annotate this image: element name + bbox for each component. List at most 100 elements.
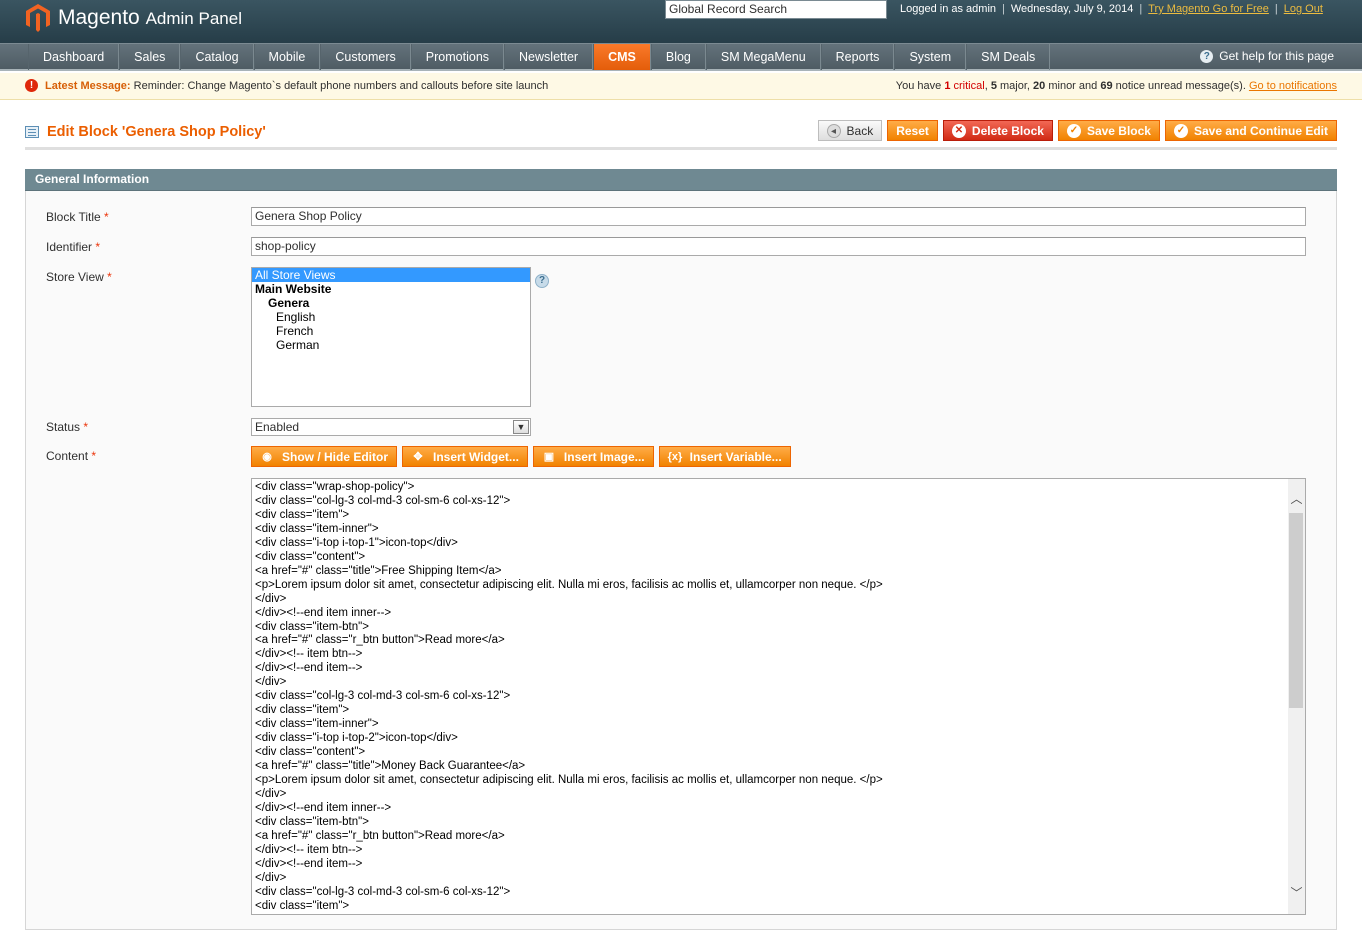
content-line: <div class="item-btn">	[255, 620, 369, 633]
content-line: </div><!--end item-->	[255, 857, 363, 870]
nav-item-reports[interactable]: Reports	[820, 44, 895, 70]
header-date: Wednesday, July 9, 2014	[1010, 3, 1134, 15]
store-option-genera: Genera	[268, 296, 310, 310]
content-line: <div class="content">	[255, 550, 366, 563]
identifier-input[interactable]: shop-policy	[251, 237, 1306, 256]
content-line: <div class="i-top i-top-1">icon-top</div…	[255, 536, 458, 549]
nav-item-system[interactable]: System	[894, 44, 967, 70]
logout-link[interactable]: Log Out	[1284, 3, 1323, 15]
store-option-english[interactable]: English	[252, 310, 530, 324]
delete-icon: ✕	[951, 123, 966, 138]
content-line: <div class="item-inner">	[255, 718, 379, 731]
nav-item-cms[interactable]: CMS	[593, 44, 651, 70]
widget-icon: ✥	[413, 450, 423, 463]
content-line: <div class="item">	[255, 508, 350, 521]
content-line: </div>	[255, 871, 287, 884]
try-magento-go-link[interactable]: Try Magento Go for Free	[1148, 3, 1269, 15]
nav-item-blog[interactable]: Blog	[650, 44, 706, 70]
content-line: <a href="#" class="r_btn button">Read mo…	[255, 634, 505, 647]
global-search-input[interactable]: Global Record Search	[665, 0, 887, 19]
content-line: </div><!--end item inner-->	[255, 606, 392, 619]
content-line: <div class="item-inner">	[255, 522, 379, 535]
identifier-label: Identifier *	[46, 240, 101, 254]
insert-variable-button[interactable]: {x} Insert Variable...	[658, 446, 791, 467]
content-line: <p>Lorem ipsum dolor sit amet, consectet…	[255, 578, 883, 591]
content-line: <a href="#" class="title">Free Shipping …	[255, 564, 502, 577]
scroll-down-icon[interactable]: ﹀	[1288, 885, 1305, 902]
content-line: <div class="item-btn">	[255, 815, 369, 828]
editor-toolbar: ◉ Show / Hide Editor ✥ Insert Widget... ▣ I…	[251, 446, 791, 467]
store-option-german[interactable]: German	[252, 338, 530, 352]
eye-icon: ◉	[262, 450, 272, 463]
content-line: <a href="#" class="r_btn button">Read mo…	[255, 829, 505, 842]
nav-item-promotions[interactable]: Promotions	[410, 44, 505, 70]
content-line: </div><!--end item-->	[255, 662, 363, 675]
main-nav: Dashboard Sales Catalog Mobile Customers Prom…	[0, 43, 1362, 71]
page-title: Edit Block 'Genera Shop Policy'	[47, 124, 266, 140]
content-line: <div class="item">	[255, 899, 350, 912]
nav-item-catalog[interactable]: Catalog	[180, 44, 254, 70]
content-line: </div><!-- item btn-->	[255, 648, 363, 661]
logo-text: Magento Admin Panel	[58, 6, 242, 29]
section-header: General Information	[25, 169, 1337, 191]
chevron-down-icon: ▼	[513, 420, 529, 434]
content-line: </div><!-- item btn-->	[255, 843, 363, 856]
content-scrollbar[interactable]: ︿ ﹀	[1288, 479, 1305, 914]
content-line: </div>	[255, 787, 287, 800]
insert-image-button[interactable]: ▣ Insert Image...	[532, 446, 654, 467]
content-line: </div>	[255, 592, 287, 605]
admin-header: Magento Admin Panel Global Record Search…	[0, 0, 1362, 43]
nav-item-mobile[interactable]: Mobile	[253, 44, 321, 70]
page-head: Edit Block 'Genera Shop Policy' ◂ Back Re…	[25, 118, 1337, 150]
delete-block-button[interactable]: ✕ Delete Block	[942, 120, 1053, 141]
status-select[interactable]: Enabled ▼	[251, 418, 531, 436]
content-line: <div class="content">	[255, 746, 366, 759]
content-line: <div class="wrap-shop-policy">	[255, 481, 415, 493]
nav-item-newsletter[interactable]: Newsletter	[504, 44, 594, 70]
nav-item-sm-megamenu[interactable]: SM MegaMenu	[705, 44, 821, 70]
magento-logo-icon	[26, 4, 50, 32]
nav-item-sales[interactable]: Sales	[119, 44, 181, 70]
store-option-all[interactable]: All Store Views	[252, 268, 530, 282]
grid-icon	[25, 126, 39, 138]
show-hide-editor-button[interactable]: ◉ Show / Hide Editor	[251, 446, 398, 467]
store-view-label: Store View *	[46, 270, 112, 284]
store-option-french[interactable]: French	[252, 324, 530, 338]
back-arrow-icon: ◂	[826, 123, 841, 138]
content-line: </div>	[255, 676, 287, 689]
help-link[interactable]: ? Get help for this page	[1200, 49, 1334, 63]
insert-widget-button[interactable]: ✥ Insert Widget...	[402, 446, 528, 467]
save-and-continue-button[interactable]: ✓ Save and Continue Edit	[1164, 120, 1337, 141]
store-option-main-website: Main Website	[255, 282, 332, 296]
content-line: <p>Lorem ipsum dolor sit amet, consectet…	[255, 774, 883, 787]
reset-button[interactable]: Reset	[887, 120, 938, 141]
help-icon: ?	[1200, 49, 1214, 63]
nav-item-sm-deals[interactable]: SM Deals	[966, 44, 1051, 70]
content-line: </div><!--end item inner-->	[255, 801, 392, 814]
latest-message: Latest Message: Reminder: Change Magento…	[45, 80, 549, 92]
save-block-button[interactable]: ✓ Save Block	[1057, 120, 1160, 141]
content-textarea[interactable]: <div class="wrap-shop-policy"> <div class…	[251, 478, 1306, 915]
checkmark-icon: ✓	[1173, 123, 1188, 138]
nav-item-dashboard[interactable]: Dashboard	[28, 44, 120, 70]
content-line: <div class="item">	[255, 704, 350, 717]
store-view-help-icon[interactable]: ?	[535, 274, 549, 288]
nav-item-customers[interactable]: Customers	[320, 44, 411, 70]
block-title-input[interactable]: Genera Shop Policy	[251, 207, 1306, 226]
back-button[interactable]: ◂ Back	[817, 120, 883, 141]
content-line: <div class="col-lg-3 col-md-3 col-sm-6 c…	[255, 690, 511, 703]
content-line: <div class="i-top i-top-2">icon-top</div…	[255, 732, 458, 745]
block-title-label: Block Title *	[46, 210, 109, 224]
content-line: <a href="#" class="title">Money Back Gua…	[255, 760, 526, 773]
scroll-up-icon[interactable]: ︿	[1288, 491, 1305, 508]
scroll-thumb[interactable]	[1289, 513, 1303, 708]
notification-summary: You have 1 critical, 5 major, 20 minor a…	[895, 80, 1337, 92]
store-view-select[interactable]: All Store Views Main Website Genera Engl…	[251, 267, 531, 407]
image-icon: ▣	[543, 450, 555, 463]
notifications-link[interactable]: Go to notifications	[1249, 80, 1337, 92]
content-line: <div class="col-lg-3 col-md-3 col-sm-6 c…	[255, 494, 511, 507]
header-user-info: Logged in as admin | Wednesday, July 9, 20…	[900, 3, 1323, 15]
magento-logo[interactable]: Magento Admin Panel	[26, 2, 242, 34]
page-actions: ◂ Back Reset ✕ Delete Block ✓ Save Block ✓ S…	[817, 120, 1337, 141]
message-bar: ! Latest Message: Reminder: Change Magen…	[0, 73, 1362, 100]
